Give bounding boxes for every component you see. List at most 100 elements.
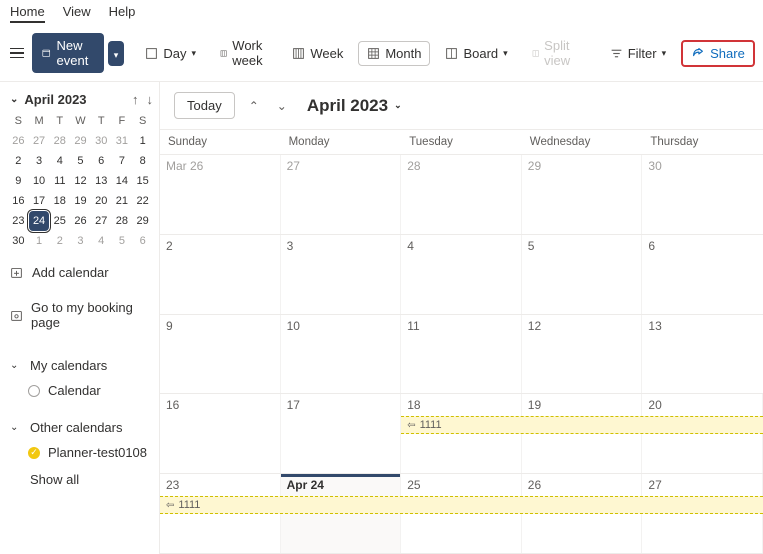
- event-bar[interactable]: ⇦1111: [401, 416, 763, 434]
- day-cell[interactable]: 11: [401, 315, 522, 394]
- mini-day[interactable]: 27: [29, 131, 49, 151]
- calendar-item[interactable]: ✓ Planner-test0108: [8, 441, 153, 464]
- mini-day[interactable]: 29: [133, 211, 153, 231]
- day-cell[interactable]: 29: [522, 155, 643, 234]
- recurring-icon: ⇦: [407, 420, 415, 431]
- mini-day[interactable]: 9: [8, 171, 28, 191]
- mini-day[interactable]: 3: [29, 151, 49, 171]
- toolbar: New event ▾ Day▾ Work week Week Month Bo…: [0, 29, 763, 82]
- event-bar[interactable]: ⇦1111: [160, 496, 763, 514]
- menu-view[interactable]: View: [63, 4, 91, 23]
- mini-day[interactable]: 2: [50, 231, 70, 251]
- show-all-button[interactable]: Show all: [8, 464, 153, 491]
- day-cell[interactable]: 5: [522, 235, 643, 314]
- mini-day[interactable]: 1: [29, 231, 49, 251]
- calendar-main: Today ⌃ ⌄ April 2023 ⌄ SundayMondayTuesd…: [160, 82, 763, 554]
- chevron-down-icon[interactable]: ⌄: [10, 94, 18, 105]
- mini-next-button[interactable]: ↓: [147, 92, 154, 107]
- view-workweek-button[interactable]: Work week: [211, 33, 277, 73]
- chevron-down-icon: ⌄: [10, 360, 22, 371]
- mini-day[interactable]: 7: [112, 151, 132, 171]
- mini-day[interactable]: 25: [50, 211, 70, 231]
- mini-day[interactable]: 26: [8, 131, 28, 151]
- mini-dow: S: [132, 113, 153, 131]
- day-cell[interactable]: 10: [281, 315, 402, 394]
- share-button[interactable]: Share: [681, 40, 755, 67]
- mini-day[interactable]: 17: [29, 191, 49, 211]
- mini-day[interactable]: 11: [50, 171, 70, 191]
- day-number: 17: [287, 398, 395, 412]
- mini-day[interactable]: 27: [91, 211, 111, 231]
- mini-day[interactable]: 3: [70, 231, 90, 251]
- split-icon: [532, 47, 539, 60]
- mini-day[interactable]: 16: [8, 191, 28, 211]
- mini-day[interactable]: 6: [91, 151, 111, 171]
- mini-dow: T: [49, 113, 70, 131]
- view-board-button[interactable]: Board▾: [436, 41, 516, 66]
- mini-day[interactable]: 21: [112, 191, 132, 211]
- new-event-button[interactable]: New event: [32, 33, 104, 73]
- day-cell[interactable]: 9: [160, 315, 281, 394]
- calendar-item[interactable]: Calendar: [8, 379, 153, 402]
- month-title[interactable]: April 2023 ⌄: [307, 96, 402, 116]
- day-cell[interactable]: 27: [281, 155, 402, 234]
- mini-day[interactable]: 28: [50, 131, 70, 151]
- add-calendar-button[interactable]: Add calendar: [8, 259, 153, 286]
- mini-day[interactable]: 29: [70, 131, 90, 151]
- next-month-button[interactable]: ⌄: [273, 97, 291, 115]
- mini-day[interactable]: 10: [29, 171, 49, 191]
- mini-day[interactable]: 20: [91, 191, 111, 211]
- mini-day[interactable]: 1: [133, 131, 153, 151]
- my-calendars-header[interactable]: ⌄ My calendars: [8, 352, 153, 379]
- mini-day[interactable]: 19: [70, 191, 90, 211]
- view-week-button[interactable]: Week: [283, 41, 352, 66]
- mini-day[interactable]: 30: [91, 131, 111, 151]
- day-cell[interactable]: 4: [401, 235, 522, 314]
- mini-day[interactable]: 5: [70, 151, 90, 171]
- mini-day[interactable]: 22: [133, 191, 153, 211]
- day-cell[interactable]: 12: [522, 315, 643, 394]
- other-calendars-header[interactable]: ⌄ Other calendars: [8, 414, 153, 441]
- day-cell[interactable]: Mar 26: [160, 155, 281, 234]
- mini-day[interactable]: 24: [29, 211, 49, 231]
- prev-month-button[interactable]: ⌃: [245, 97, 263, 115]
- mini-day[interactable]: 28: [112, 211, 132, 231]
- week-row: Mar 2627282930: [160, 155, 763, 235]
- mini-day[interactable]: 31: [112, 131, 132, 151]
- day-number: 18: [407, 398, 515, 412]
- day-cell[interactable]: 13: [642, 315, 763, 394]
- day-cell[interactable]: 17: [281, 394, 402, 473]
- mini-day[interactable]: 5: [112, 231, 132, 251]
- day-cell[interactable]: 6: [642, 235, 763, 314]
- day-cell[interactable]: 16: [160, 394, 281, 473]
- mini-day[interactable]: 30: [8, 231, 28, 251]
- mini-day[interactable]: 8: [133, 151, 153, 171]
- mini-day[interactable]: 13: [91, 171, 111, 191]
- mini-day[interactable]: 4: [50, 151, 70, 171]
- day-cell[interactable]: 2: [160, 235, 281, 314]
- hamburger-icon[interactable]: [8, 44, 26, 63]
- mini-day[interactable]: 23: [8, 211, 28, 231]
- day-number: 16: [166, 398, 274, 412]
- view-month-button[interactable]: Month: [358, 41, 430, 66]
- mini-day[interactable]: 2: [8, 151, 28, 171]
- day-cell[interactable]: 3: [281, 235, 402, 314]
- filter-icon: [610, 47, 623, 60]
- mini-day[interactable]: 12: [70, 171, 90, 191]
- day-cell[interactable]: 30: [642, 155, 763, 234]
- mini-day[interactable]: 4: [91, 231, 111, 251]
- mini-day[interactable]: 26: [70, 211, 90, 231]
- view-day-button[interactable]: Day▾: [136, 41, 205, 66]
- mini-day[interactable]: 6: [133, 231, 153, 251]
- menu-home[interactable]: Home: [10, 4, 45, 23]
- mini-day[interactable]: 14: [112, 171, 132, 191]
- menu-help[interactable]: Help: [109, 4, 136, 23]
- mini-day[interactable]: 15: [133, 171, 153, 191]
- booking-page-button[interactable]: Go to my booking page: [8, 294, 153, 336]
- today-button[interactable]: Today: [174, 92, 235, 119]
- mini-day[interactable]: 18: [50, 191, 70, 211]
- day-cell[interactable]: 28: [401, 155, 522, 234]
- new-event-dropdown[interactable]: ▾: [108, 41, 125, 66]
- mini-prev-button[interactable]: ↑: [132, 92, 139, 107]
- filter-button[interactable]: Filter▾: [601, 41, 675, 66]
